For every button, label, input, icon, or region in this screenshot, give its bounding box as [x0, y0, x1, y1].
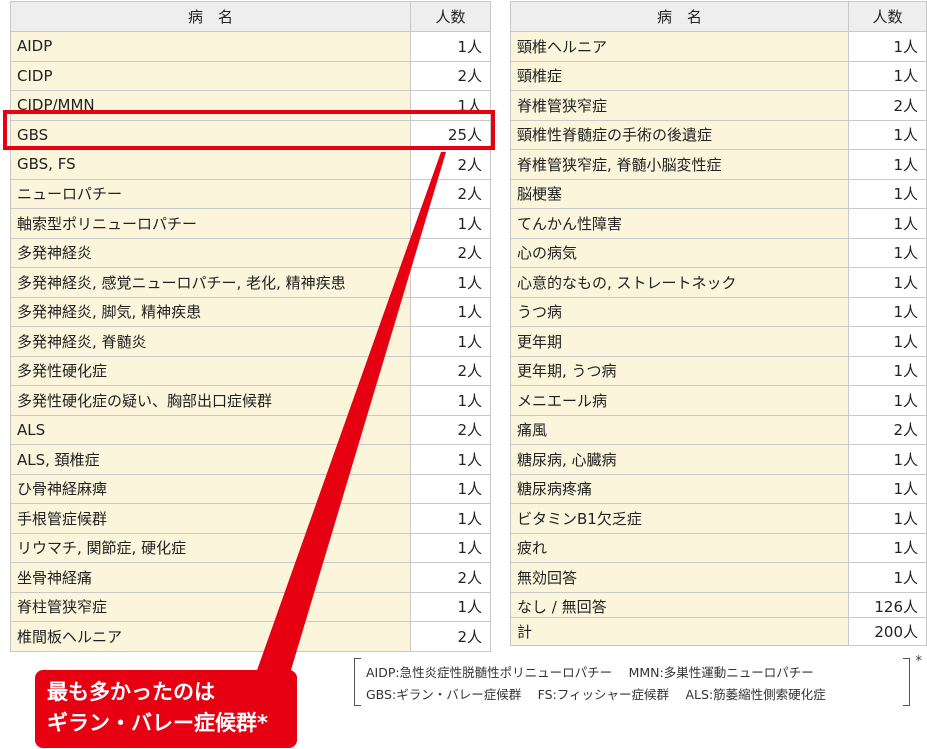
legend-line-1: AIDP:急性炎症性脱髄性ポリニューロパチー MMN:多巣性運動ニューロパチー	[366, 665, 814, 680]
callout-pointer	[250, 152, 446, 690]
legend-footnote-mark: *	[915, 654, 923, 669]
legend-bracket-left	[354, 658, 361, 706]
callout-line-1: 最も多かったのは	[47, 680, 215, 704]
callout-line-2: ギラン・バレー症候群*	[47, 711, 268, 735]
abbreviation-legend: AIDP:急性炎症性脱髄性ポリニューロパチー MMN:多巣性運動ニューロパチー …	[354, 654, 922, 708]
legend-line-2: GBS:ギラン・バレー症候群 FS:フィッシャー症候群 ALS:筋萎縮性側索硬化…	[366, 687, 826, 702]
legend-bracket-right	[903, 658, 910, 706]
callout-box: 最も多かったのは ギラン・バレー症候群*	[35, 670, 297, 748]
